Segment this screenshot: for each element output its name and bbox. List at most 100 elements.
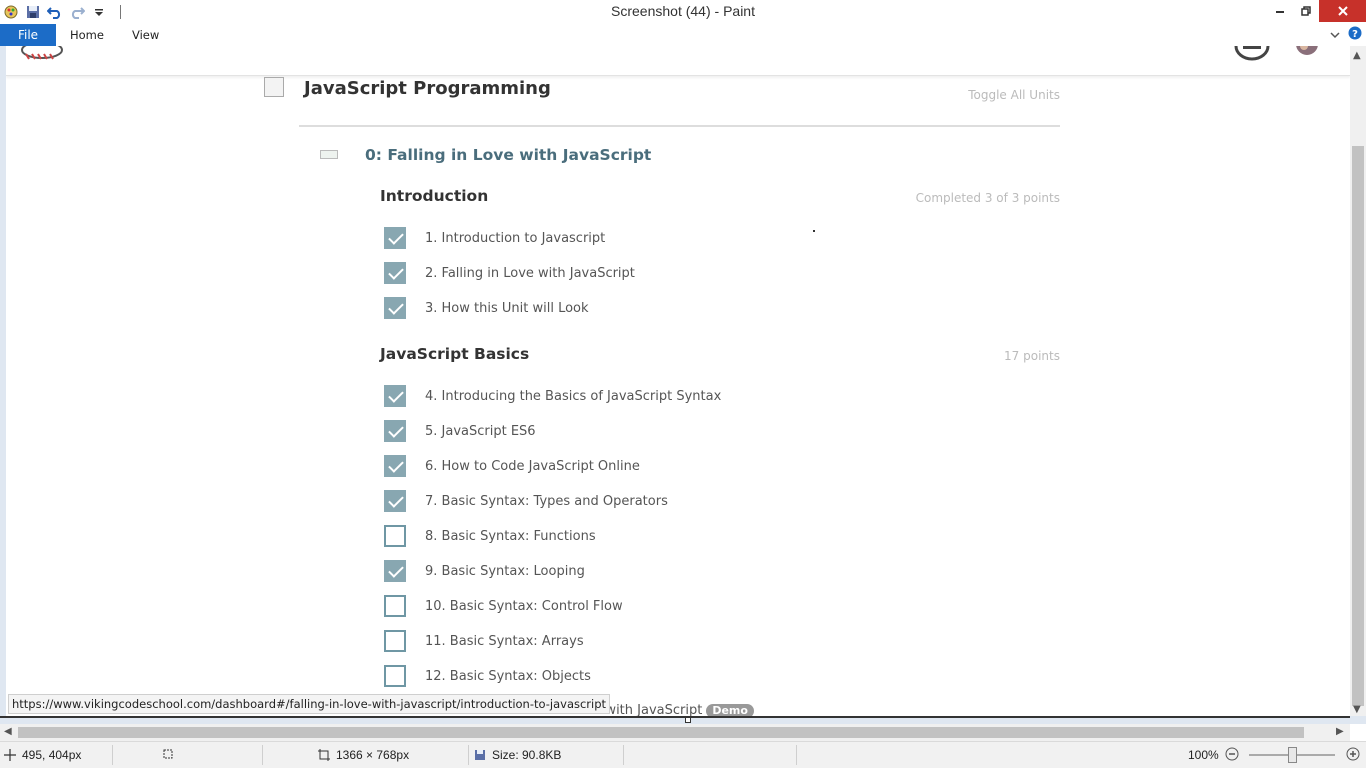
close-button[interactable] [1319,0,1366,22]
canvas-resize-handle[interactable] [685,717,691,723]
image-dimensions: 1366 × 768px [336,748,409,762]
viking-logo-icon [20,46,64,62]
collapse-ribbon-icon[interactable] [1330,28,1340,42]
lesson-checkbox[interactable] [384,525,406,547]
lesson-link[interactable]: 10. Basic Syntax: Control Flow [425,599,623,614]
horizontal-scrollbar[interactable]: ◀ ▶ [0,724,1350,741]
demo-badge: Demo [706,704,754,716]
lesson-checkbox[interactable] [384,262,406,284]
site-header [6,46,1350,76]
section-points: Completed 3 of 3 points [916,191,1060,205]
customize-toolbar-icon[interactable] [90,3,108,21]
image-bottom-edge [0,716,1350,718]
lesson-checkbox[interactable] [384,630,406,652]
lesson-link[interactable]: 5. JavaScript ES6 [425,424,536,439]
zoom-out-icon[interactable] [1225,747,1239,761]
lesson-row[interactable]: 6. How to Code JavaScript Online [384,455,1064,477]
redo-icon[interactable] [68,3,86,21]
status-divider [468,745,469,765]
lesson-row[interactable]: 1. Introduction to Javascript [384,227,1064,249]
title-bar: Screenshot (44) - Paint [0,0,1366,24]
zoom-in-icon[interactable] [1346,747,1360,761]
window-title: Screenshot (44) - Paint [0,3,1366,19]
tab-file[interactable]: File [0,24,56,46]
lesson-link[interactable]: 6. How to Code JavaScript Online [425,459,640,474]
tab-home[interactable]: Home [56,24,118,46]
lesson-checkbox[interactable] [384,490,406,512]
lesson-row[interactable]: 10. Basic Syntax: Control Flow [384,595,1064,617]
svg-text:?: ? [1352,29,1358,40]
screenshot-image: JavaScript Programming Toggle All Units … [6,46,1350,716]
vertical-scrollbar[interactable]: ▲ ▼ [1350,46,1366,716]
cursor-position: 495, 404px [22,748,81,762]
file-size: Size: 90.8KB [492,748,561,762]
selection-size-icon [162,748,174,760]
quick-access-toolbar [0,0,121,24]
unit-title[interactable]: 0: Falling in Love with JavaScript [365,146,651,164]
section-points: 17 points [1004,349,1060,363]
lesson-checkbox[interactable] [384,227,406,249]
file-size-icon [474,749,486,761]
lesson-row[interactable]: 11. Basic Syntax: Arrays [384,630,1064,652]
lesson-checkbox[interactable] [384,595,406,617]
lesson-link[interactable]: 1. Introduction to Javascript [425,231,605,246]
divider [299,125,1060,127]
vertical-scroll-thumb[interactable] [1352,146,1364,706]
restore-button[interactable] [1293,0,1319,22]
lesson-checkbox[interactable] [384,455,406,477]
status-divider [796,745,797,765]
lesson-checkbox[interactable] [384,420,406,442]
lesson-row[interactable]: 4. Introducing the Basics of JavaScript … [384,385,1064,407]
lesson-row[interactable]: 5. JavaScript ES6 [384,420,1064,442]
lesson-row[interactable]: 9. Basic Syntax: Looping [384,560,1064,582]
course-image-icon [264,77,284,97]
lesson-row[interactable]: 3. How this Unit will Look [384,297,1064,319]
scroll-up-icon[interactable]: ▲ [1353,50,1361,61]
lesson-checkbox[interactable] [384,297,406,319]
help-icon[interactable]: ? [1348,26,1362,43]
lesson-link[interactable]: 2. Falling in Love with JavaScript [425,266,635,281]
lesson-row[interactable]: 8. Basic Syntax: Functions [384,525,1064,547]
lesson-row[interactable]: 7. Basic Syntax: Types and Operators [384,490,1064,512]
status-url-tooltip: https://www.vikingcodeschool.com/dashboa… [8,694,610,714]
toggle-all-units-link[interactable]: Toggle All Units [968,88,1060,102]
lesson-link[interactable]: 11. Basic Syntax: Arrays [425,634,584,649]
lesson-link[interactable]: 8. Basic Syntax: Functions [425,529,596,544]
cursor-position-icon [4,749,16,761]
lesson-link[interactable]: 12. Basic Syntax: Objects [425,669,591,684]
scroll-left-icon[interactable]: ◀ [4,726,12,737]
toolbar-divider [120,5,121,19]
status-bar: 495, 404px 1366 × 768px Size: 90.8KB 100… [0,741,1366,768]
scroll-right-icon[interactable]: ▶ [1336,726,1344,737]
lesson-checkbox[interactable] [384,560,406,582]
status-divider [623,745,624,765]
undo-icon[interactable] [46,3,64,21]
horizontal-scroll-thumb[interactable] [18,727,1304,738]
minimize-button[interactable] [1267,0,1293,22]
status-divider [262,745,263,765]
image-dimensions-icon [318,749,330,761]
lesson-link[interactable]: 4. Introducing the Basics of JavaScript … [425,389,721,404]
paint-canvas[interactable]: JavaScript Programming Toggle All Units … [0,46,1366,724]
lesson-checkbox[interactable] [384,385,406,407]
unit-image-icon [320,150,338,159]
paint-app-icon[interactable] [2,3,20,21]
status-divider [112,745,113,765]
section-title-javascript-basics: JavaScript Basics [380,345,529,363]
tab-view[interactable]: View [118,24,173,46]
zoom-slider-thumb[interactable] [1288,747,1297,763]
course-title: JavaScript Programming [304,78,551,99]
lesson-row[interactable]: 12. Basic Syntax: Objects [384,665,1064,687]
lesson-link[interactable]: 3. How this Unit will Look [425,301,589,316]
ribbon: File Home View ? [0,24,1366,46]
section-title-introduction: Introduction [380,187,488,205]
cursor-dot [813,230,815,232]
scroll-down-icon[interactable]: ▼ [1353,704,1361,715]
lesson-row[interactable]: 2. Falling in Love with JavaScript [384,262,1064,284]
user-avatar-icon[interactable] [1292,46,1322,62]
save-icon[interactable] [24,3,42,21]
lesson-checkbox[interactable] [384,665,406,687]
lesson-link[interactable]: 9. Basic Syntax: Looping [425,564,585,579]
lesson-link[interactable]: 7. Basic Syntax: Types and Operators [425,494,668,509]
notifications-icon[interactable] [1233,46,1271,62]
